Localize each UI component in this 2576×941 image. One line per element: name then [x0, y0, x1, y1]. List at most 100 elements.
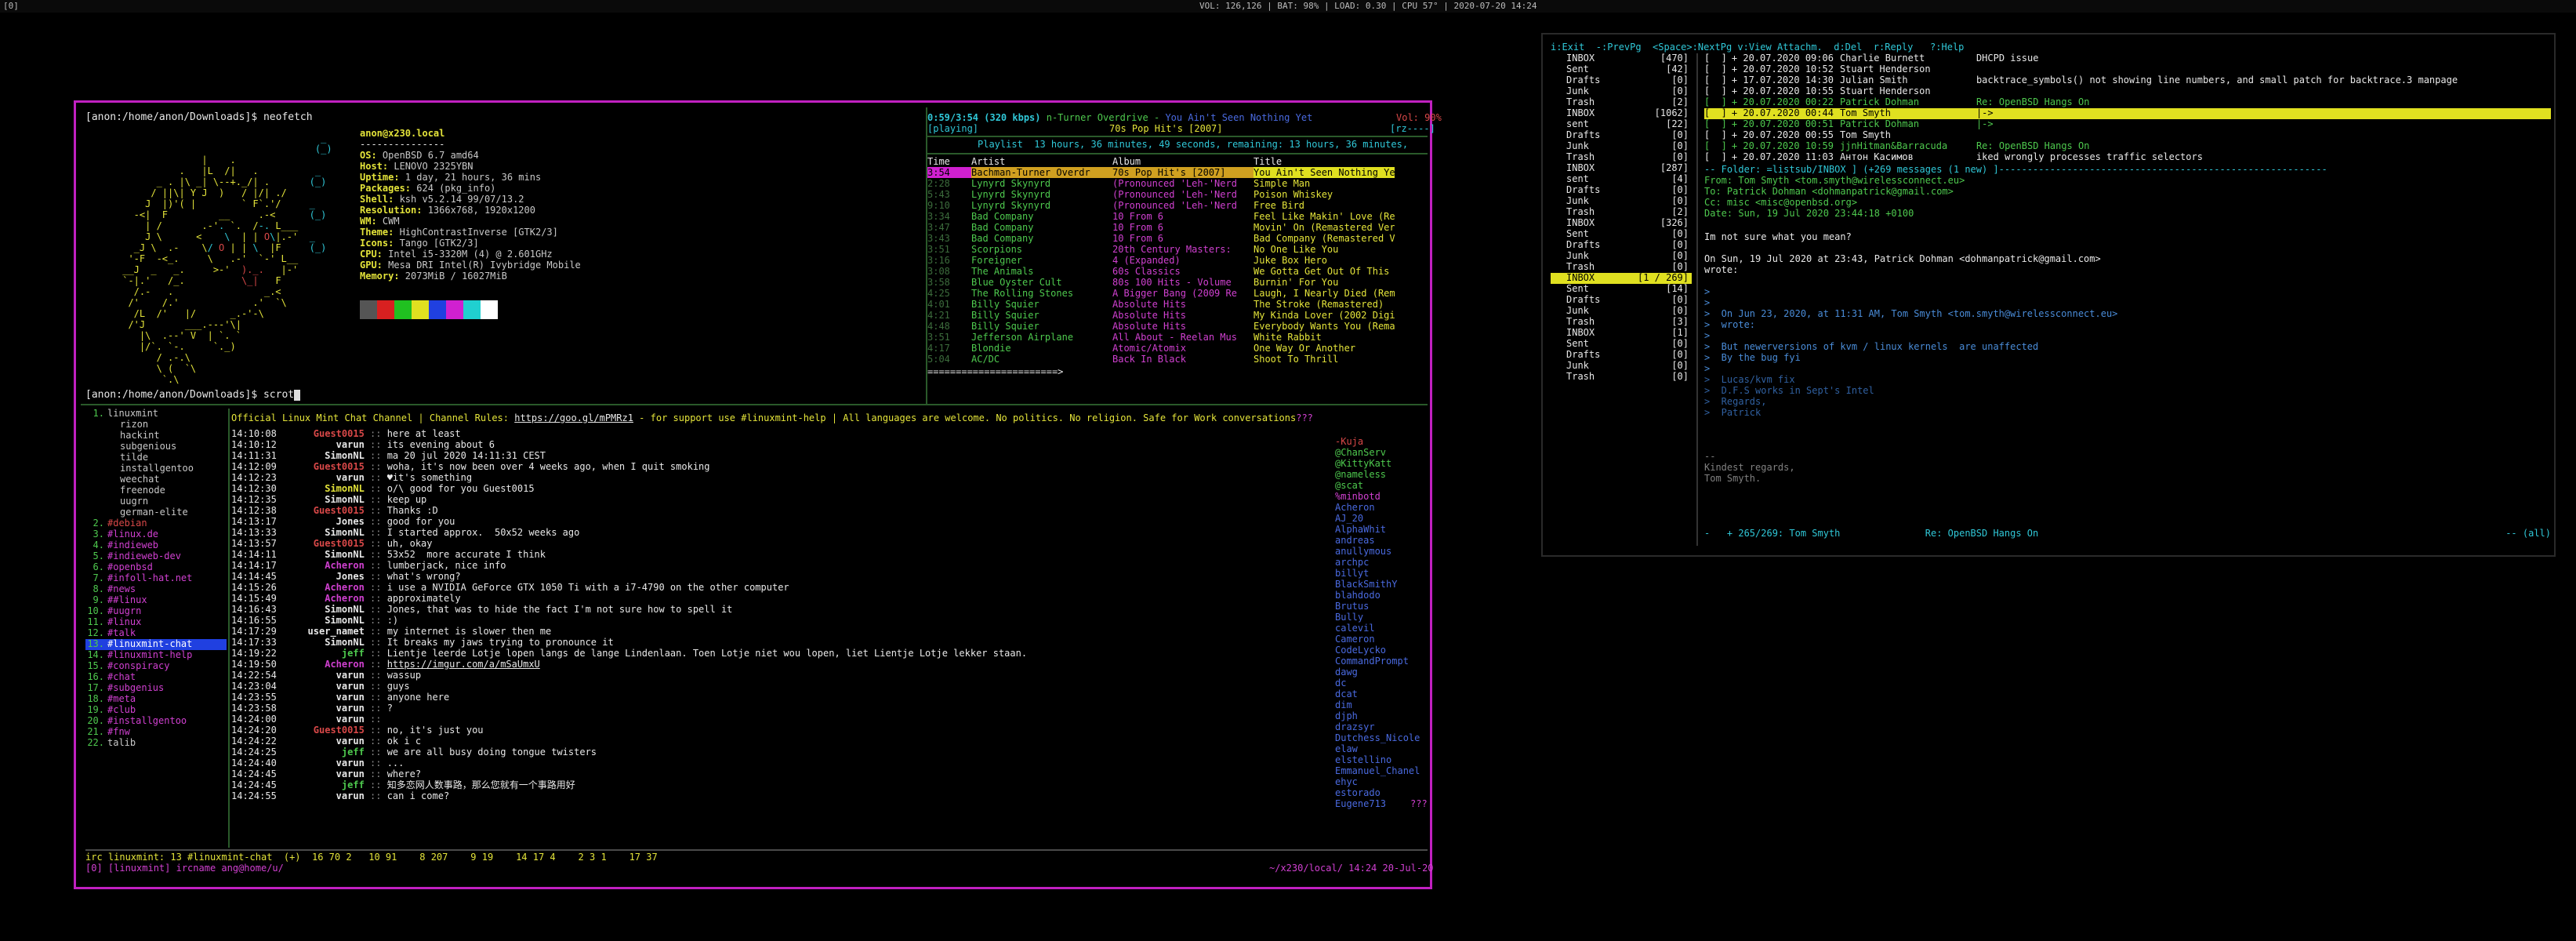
channel-item[interactable]: 20. #installgentoo	[85, 716, 227, 727]
message-row[interactable]: [ ] + 20.07.2020 00:51 Patrick Dohman |->	[1704, 119, 2551, 130]
nick-item[interactable]: ehyc	[1335, 777, 1437, 788]
mailbox-item[interactable]: Trash [0]	[1551, 262, 1692, 273]
channel-item[interactable]: uugrn	[85, 496, 227, 507]
playlist-row[interactable]: 3:08 The Animals 60s Classics We Gotta Get …	[927, 266, 1395, 277]
mailbox-item[interactable]: sent [4]	[1551, 174, 1692, 185]
nick-item[interactable]: @scat	[1335, 481, 1437, 492]
progress-bar[interactable]: =======================>	[927, 366, 1428, 377]
channel-item[interactable]: 5. #indieweb-dev	[85, 551, 227, 562]
playlist-row[interactable]: 4:17 Blondie Atomic/Atomix One Way Or Anoth…	[927, 343, 1395, 354]
channel-item[interactable]: 2. #debian	[85, 518, 227, 529]
mailbox-item[interactable]: Sent [42]	[1551, 64, 1692, 75]
playlist-row[interactable]: 3:51 Scorpions 20th Century Masters: No One…	[927, 244, 1395, 255]
nick-item[interactable]: billyt	[1335, 569, 1437, 579]
channel-item[interactable]: weechat	[85, 474, 227, 485]
nick-item[interactable]: CommandPrompt	[1335, 656, 1437, 667]
channel-item[interactable]: 1. linuxmint	[85, 409, 227, 420]
nick-item[interactable]: Dutchess_Nicole	[1335, 733, 1437, 744]
mailbox-item[interactable]: Junk [0]	[1551, 196, 1692, 207]
channel-item[interactable]: 15. #conspiracy	[85, 661, 227, 672]
playlist-row[interactable]: 2:28 Lynyrd Skynyrd (Pronounced 'Leh-'Nerd…	[927, 178, 1395, 189]
nick-item[interactable]: BlackSmithY	[1335, 579, 1437, 590]
channel-item[interactable]: 16. #chat	[85, 672, 227, 683]
mailbox-item[interactable]: INBOX [1062]	[1551, 108, 1692, 119]
nick-item[interactable]: anullymous	[1335, 547, 1437, 558]
nick-item[interactable]: archpc	[1335, 558, 1437, 569]
nick-item[interactable]: dc	[1335, 678, 1437, 689]
irc-input-line[interactable]: [0] [linuxmint] ircname ang@home/u/~/x23…	[85, 863, 1434, 874]
channel-item[interactable]: tilde	[85, 452, 227, 463]
mailbox-item[interactable]: Sent [14]	[1551, 284, 1692, 295]
mailbox-item[interactable]: Junk [0]	[1551, 86, 1692, 97]
playlist-row[interactable]: 3:51 Jefferson Airplane All About - Reelan…	[927, 332, 1395, 343]
channel-item[interactable]: 8. #news	[85, 584, 227, 595]
message-row[interactable]: [ ] + 20.07.2020 00:22 Patrick Dohman Re: O…	[1704, 97, 2551, 108]
nick-item[interactable]: estorado	[1335, 788, 1437, 799]
nick-item[interactable]: Brutus	[1335, 601, 1437, 612]
nick-item[interactable]: elaw	[1335, 744, 1437, 755]
mailbox-item[interactable]: INBOX [1 / 269]	[1551, 273, 1692, 284]
nick-item[interactable]: drazsyr	[1335, 722, 1437, 733]
mailbox-item[interactable]: INBOX [470]	[1551, 53, 1692, 64]
nick-list[interactable]: -Kuja @ChanServ @KittyKatt @nameless @scat %m…	[1335, 437, 1437, 810]
nick-item[interactable]: CodeLycko	[1335, 645, 1437, 656]
topic-link[interactable]: https://goo.gl/mPMRz1	[514, 413, 633, 423]
message-row[interactable]: [ ] + 20.07.2020 10:55 Stuart Henderson	[1704, 86, 2551, 97]
mailbox-item[interactable]: Sent [0]	[1551, 339, 1692, 350]
workspace-indicator[interactable]: [0]	[3, 0, 19, 13]
nick-item[interactable]: Acheron	[1335, 503, 1437, 514]
mailbox-item[interactable]: Trash [0]	[1551, 372, 1692, 383]
playlist-row[interactable]: 3:47 Bad Company 10 From 6 Movin' On (Remas…	[927, 222, 1395, 233]
playlist-row[interactable]: 4:25 The Rolling Stones A Bigger Bang (200…	[927, 288, 1395, 299]
channel-item[interactable]: 6. #openbsd	[85, 562, 227, 573]
mailbox-item[interactable]: sent [22]	[1551, 119, 1692, 130]
mailbox-item[interactable]: Trash [2]	[1551, 97, 1692, 108]
channel-item[interactable]: 7. #infoll-hat.net	[85, 573, 227, 584]
message-row[interactable]: [ ] + 20.07.2020 10:52 Stuart Henderson	[1704, 64, 2551, 75]
mailbox-item[interactable]: INBOX [326]	[1551, 218, 1692, 229]
message-row[interactable]: [ ] + 20.07.2020 00:44 Tom Smyth |->	[1704, 108, 2551, 119]
playlist-row[interactable]: 4:01 Billy Squier Absolute Hits The Stroke …	[927, 299, 1395, 310]
mailbox-item[interactable]: Junk [0]	[1551, 361, 1692, 372]
message-row[interactable]: [ ] + 20.07.2020 00:55 Tom Smyth	[1704, 130, 2551, 141]
channel-item[interactable]: 17. #subgenius	[85, 683, 227, 694]
channel-list[interactable]: 1. linuxmint rizon hackint subgenious tilde in…	[85, 409, 227, 749]
channel-item[interactable]: 9. ##linux	[85, 595, 227, 606]
nick-item[interactable]: @nameless	[1335, 470, 1437, 481]
playlist-row[interactable]: 3:16 Foreigner 4 (Expanded) Juke Box Hero	[927, 255, 1395, 266]
channel-item[interactable]: subgenious	[85, 441, 227, 452]
nick-item[interactable]: blahdodo	[1335, 590, 1437, 601]
mailbox-item[interactable]: Drafts [0]	[1551, 295, 1692, 306]
mailbox-item[interactable]: Drafts [0]	[1551, 185, 1692, 196]
mailbox-item[interactable]: Trash [3]	[1551, 317, 1692, 328]
playlist-row[interactable]: 3:34 Bad Company 10 From 6 Feel Like Makin'…	[927, 211, 1395, 222]
message-row[interactable]: [ ] + 20.07.2020 10:59 jjnHitman&Barracuda…	[1704, 141, 2551, 152]
mailbox-item[interactable]: INBOX [1]	[1551, 328, 1692, 339]
channel-item[interactable]: 12. #talk	[85, 628, 227, 639]
mail-client-window[interactable]: i:Exit -:PrevPg <Space>:NextPg v:View At…	[1541, 33, 2556, 557]
nick-item[interactable]: %minbotd	[1335, 492, 1437, 503]
channel-item[interactable]: freenode	[85, 485, 227, 496]
mailbox-item[interactable]: Drafts [0]	[1551, 240, 1692, 251]
channel-item[interactable]: german-elite	[85, 507, 227, 518]
nick-item[interactable]: dim	[1335, 700, 1437, 711]
nick-item[interactable]: djph	[1335, 711, 1437, 722]
playlist-row[interactable]: 4:48 Billy Squier Absolute Hits Everybody W…	[927, 321, 1395, 332]
playlist-row[interactable]: 3:54 Bachman-Turner Overdr 70s Pop Hit's […	[927, 167, 1395, 178]
message-row[interactable]: [ ] + 20.07.2020 11:03 Антон Касимов iked w…	[1704, 152, 2551, 163]
channel-item[interactable]: 19. #club	[85, 705, 227, 716]
mailbox-item[interactable]: Sent [0]	[1551, 229, 1692, 240]
mailbox-item[interactable]: Trash [2]	[1551, 207, 1692, 218]
nick-item[interactable]: calevil	[1335, 623, 1437, 634]
channel-item[interactable]: 10. #uugrn	[85, 606, 227, 617]
channel-item[interactable]: 3. #linux.de	[85, 529, 227, 540]
nick-item[interactable]: AlphaWhit	[1335, 525, 1437, 536]
nick-item[interactable]: andreas	[1335, 536, 1437, 547]
mailbox-item[interactable]: Trash [0]	[1551, 152, 1692, 163]
playlist-row[interactable]: 3:58 Blue Oyster Cult 80s 100 Hits - Volum…	[927, 277, 1395, 288]
mailbox-item[interactable]: Junk [0]	[1551, 141, 1692, 152]
mailbox-item[interactable]: INBOX [287]	[1551, 163, 1692, 174]
music-player-pane[interactable]: 0:59/3:54 (320 kbps) n-Turner Overdrive …	[927, 112, 1442, 402]
playlist-row[interactable]: 5:43 Lynyrd Skynyrd (Pronounced 'Leh-'Nerd…	[927, 189, 1395, 200]
channel-item[interactable]: 13. #linuxmint-chat	[85, 639, 227, 650]
